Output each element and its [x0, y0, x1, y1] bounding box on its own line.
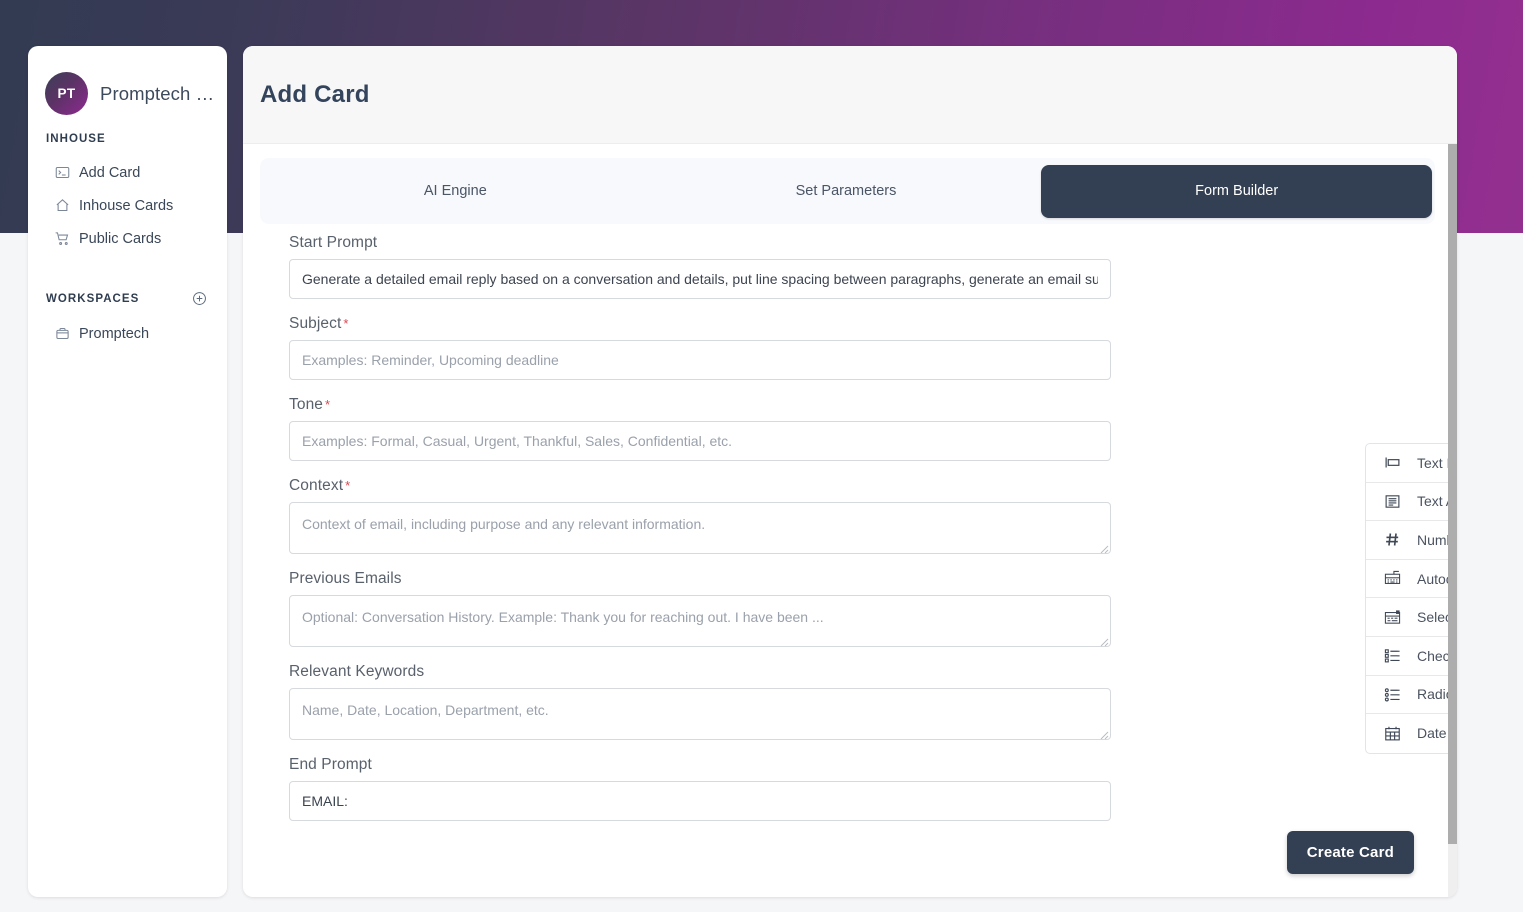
shopping-cart-icon: [55, 231, 70, 246]
field-relevant-keywords: Relevant Keywords: [289, 663, 1364, 740]
checkbox-list-icon: [1383, 647, 1402, 664]
tab-bar: AI Engine Set Parameters Form Builder: [260, 158, 1435, 224]
sidebar-item-promptech[interactable]: Promptech: [28, 317, 227, 350]
field-label-text: Tone: [289, 396, 324, 413]
field-subject: Subject *: [289, 315, 1364, 380]
workspace-name: Promptech …: [100, 82, 215, 104]
field-tone: Tone *: [289, 396, 1364, 461]
palette-item-select[interactable]: Select: [1366, 598, 1457, 637]
sidebar-item-inhouse-cards[interactable]: Inhouse Cards: [28, 189, 227, 222]
field-previous-emails: Previous Emails: [289, 570, 1364, 647]
field-label: Tone *: [289, 396, 1364, 414]
sidebar-nav-inhouse: Add Card Inhouse Cards Public Cards: [28, 156, 227, 255]
sidebar-section-workspaces: WORKSPACES: [28, 255, 227, 306]
sidebar-item-label: Inhouse Cards: [79, 197, 174, 214]
field-label-text: Context: [289, 477, 344, 494]
terminal-icon: [55, 165, 70, 180]
sidebar-item-add-card[interactable]: Add Card: [28, 156, 227, 189]
relevant-keywords-textarea[interactable]: [289, 688, 1111, 740]
field-label: Context *: [289, 477, 1364, 495]
context-textarea[interactable]: [289, 502, 1111, 554]
field-label: Previous Emails: [289, 570, 402, 587]
field-label: Relevant Keywords: [289, 663, 425, 680]
start-prompt-input[interactable]: [289, 259, 1111, 299]
hash-icon: [1383, 531, 1402, 548]
panel-body: AI Engine Set Parameters Form Builder St…: [243, 144, 1457, 897]
select-icon: [1383, 609, 1402, 626]
palette-item-number[interactable]: Number: [1366, 521, 1457, 560]
autocomplete-icon: [1383, 570, 1402, 587]
avatar: PT: [45, 72, 88, 115]
tab-ai-engine[interactable]: AI Engine: [260, 158, 651, 224]
panel-scrollbar-thumb[interactable]: [1448, 144, 1457, 844]
relevant-keywords-textarea-wrap: [289, 688, 1111, 740]
required-marker: *: [345, 478, 351, 493]
palette-item-checkbox-group[interactable]: Checkbox Group: [1366, 637, 1457, 676]
field-end-prompt: End Prompt: [289, 756, 1364, 821]
palette-item-text-field[interactable]: Text Field: [1366, 444, 1457, 483]
sidebar-item-label: Public Cards: [79, 230, 162, 247]
field-label-text: Subject: [289, 315, 342, 332]
tone-input[interactable]: [289, 421, 1111, 461]
create-card-button[interactable]: Create Card: [1286, 831, 1414, 874]
calendar-icon: [1383, 725, 1402, 742]
previous-emails-textarea-wrap: [289, 595, 1111, 647]
main-panel: Add Card AI Engine Set Parameters Form B…: [243, 46, 1457, 897]
required-marker: *: [325, 397, 331, 412]
palette-item-date-field[interactable]: Date Field: [1366, 714, 1457, 753]
subject-input[interactable]: [289, 340, 1111, 380]
panel-header: Add Card: [243, 46, 1457, 144]
radio-list-icon: [1383, 686, 1402, 703]
previous-emails-textarea[interactable]: [289, 595, 1111, 647]
palette-item-radio-group[interactable]: Radio Group: [1366, 676, 1457, 715]
tab-form-builder[interactable]: Form Builder: [1041, 164, 1433, 218]
sidebar-item-label: Promptech: [79, 325, 150, 342]
sidebar-item-label: Add Card: [79, 164, 141, 181]
text-area-icon: [1383, 493, 1402, 510]
field-type-palette: Text Field Text Area: [1365, 443, 1457, 754]
workspace-brand[interactable]: PT Promptech …: [28, 46, 227, 115]
plus-circle-icon[interactable]: [192, 291, 207, 306]
palette-item-autocomplete[interactable]: Autocomplete: [1366, 560, 1457, 599]
palette-item-text-area[interactable]: Text Area: [1366, 483, 1457, 522]
text-field-icon: [1383, 454, 1402, 471]
field-label: Start Prompt: [289, 234, 378, 251]
form-builder-form: Start Prompt Subject* Tone* Context*: [289, 234, 1364, 837]
field-context: Context *: [289, 477, 1364, 554]
home-icon: [55, 198, 70, 213]
briefcase-icon: [55, 326, 70, 341]
tab-set-parameters[interactable]: Set Parameters: [651, 158, 1042, 224]
field-label: Subject *: [289, 315, 1364, 333]
page-title: Add Card: [260, 80, 370, 108]
context-textarea-wrap: [289, 502, 1111, 554]
panel-scrollbar[interactable]: [1448, 144, 1457, 897]
sidebar-nav-workspaces: Promptech: [28, 317, 227, 350]
field-label: End Prompt: [289, 756, 372, 773]
end-prompt-input[interactable]: [289, 781, 1111, 821]
sidebar: PT Promptech … INHOUSE Add Card Inhouse …: [28, 46, 227, 897]
required-marker: *: [343, 316, 349, 331]
sidebar-item-public-cards[interactable]: Public Cards: [28, 222, 227, 255]
sidebar-section-inhouse-label: INHOUSE: [46, 133, 106, 145]
sidebar-section-workspaces-label: WORKSPACES: [46, 292, 140, 305]
field-start-prompt: Start Prompt: [289, 234, 1364, 299]
